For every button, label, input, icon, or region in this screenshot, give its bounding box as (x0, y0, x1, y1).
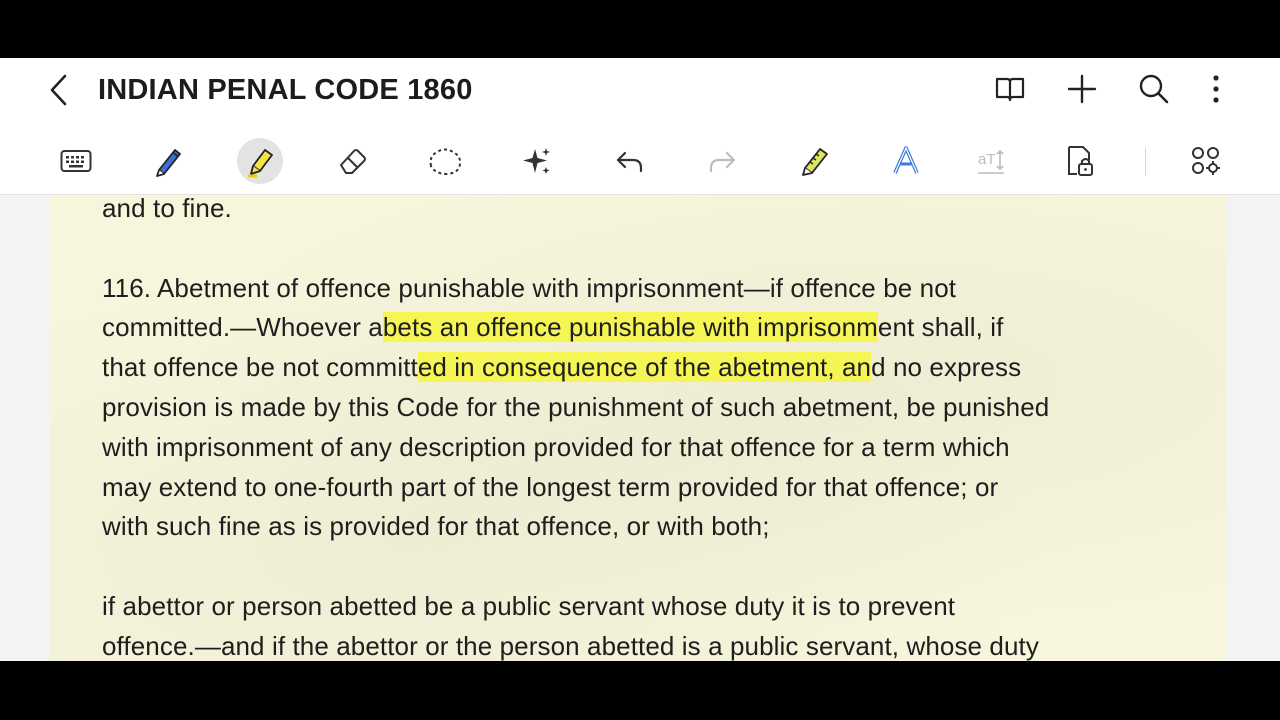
sparkle-icon (521, 145, 553, 177)
undo-button[interactable] (607, 138, 653, 184)
back-button[interactable] (38, 66, 78, 114)
highlighter-tool[interactable] (237, 138, 283, 184)
text-line: with imprisonment of any description pro… (102, 431, 1010, 462)
lock-page-icon (1064, 144, 1096, 178)
title-bar: INDIAN PENAL CODE 1860 (0, 58, 1280, 128)
text-line: offence.—and if the abettor or the perso… (102, 630, 1039, 661)
search-button[interactable] (1131, 66, 1177, 112)
redo-icon (707, 148, 737, 174)
eraser-tool[interactable] (330, 138, 376, 184)
text-run: d no express (871, 352, 1022, 383)
text-line: committed.—Whoever abets an offence puni… (102, 308, 1192, 348)
text-run: committed.—Whoever a (102, 312, 383, 343)
book-view-button[interactable] (987, 66, 1033, 112)
document-text: and to fine. 116. Abetment of offence pu… (102, 195, 1192, 661)
highlight-annotation[interactable]: ed in consequence of the abetment, an (417, 352, 872, 383)
add-button[interactable] (1059, 66, 1105, 112)
highlighter-icon (243, 144, 277, 178)
lasso-tool[interactable] (422, 138, 468, 184)
highlight-annotation[interactable]: bets an offence punishable with imprison… (382, 312, 878, 343)
more-options-button[interactable] (1193, 66, 1239, 112)
text-style-tool[interactable] (883, 138, 929, 184)
redo-button[interactable] (699, 138, 745, 184)
app-screen: INDIAN PENAL CODE 1860 aT and to fine. 1… (0, 58, 1280, 661)
text-line: if abettor or person abetted be a public… (102, 590, 956, 621)
document-page[interactable]: and to fine. 116. Abetment of offence pu… (50, 195, 1226, 661)
undo-icon (615, 148, 645, 174)
more-tools-icon (1190, 145, 1222, 177)
pen-icon (151, 144, 185, 178)
keyboard-icon (60, 149, 92, 173)
add-icon (1066, 73, 1098, 105)
eraser-icon (337, 145, 369, 177)
more-vert-icon (1211, 74, 1221, 104)
lasso-select-icon (427, 146, 463, 176)
text-recognition-tool[interactable]: aT (969, 138, 1015, 184)
more-tools-button[interactable] (1183, 138, 1229, 184)
keyboard-tool[interactable] (53, 138, 99, 184)
text-line: and to fine. (102, 195, 232, 223)
pen-tool[interactable] (145, 138, 191, 184)
ai-assist-tool[interactable] (514, 138, 560, 184)
text-run: ent shall, if (877, 312, 1004, 343)
ruler-pen-icon (797, 144, 831, 178)
section-116-heading-line: 116. Abetment of offence punishable with… (102, 272, 957, 303)
text-line: may extend to one-fourth part of the lon… (102, 471, 999, 502)
svg-text:aT: aT (978, 151, 996, 168)
back-chevron-icon (47, 73, 69, 107)
text-line: with such fine as is provided for that o… (102, 511, 770, 542)
text-line: provision is made by this Code for the p… (102, 391, 1050, 422)
text-style-icon (891, 145, 921, 177)
text-run: that offence be not committ (102, 352, 418, 383)
search-icon (1138, 73, 1170, 105)
ruler-pen-tool[interactable] (791, 138, 837, 184)
read-only-lock-tool[interactable] (1057, 138, 1103, 184)
page-title: INDIAN PENAL CODE 1860 (98, 74, 473, 106)
pen-toolbar: aT (0, 128, 1280, 195)
text-line: that offence be not committed in consequ… (102, 348, 1192, 388)
text-recognition-icon: aT (976, 145, 1008, 177)
book-view-icon (994, 75, 1026, 103)
toolbar-divider (1145, 148, 1146, 176)
